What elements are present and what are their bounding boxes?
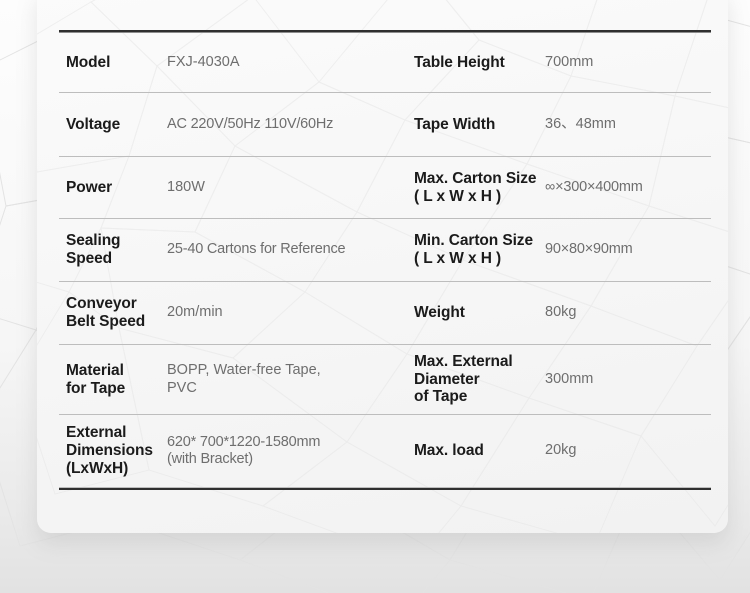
spec-label: Model — [66, 53, 111, 71]
spec-label: Tape Width — [414, 115, 496, 133]
table-row: Voltage AC 220V/50Hz 110V/60Hz Tape Widt… — [59, 93, 711, 157]
spec-label: Table Height — [414, 53, 505, 71]
page-root: Model FXJ-4030A Table Height 700mm Volta… — [0, 0, 750, 593]
spec-card: Model FXJ-4030A Table Height 700mm Volta… — [37, 0, 728, 533]
spec-value: 20kg — [545, 442, 577, 459]
spec-value: 20m/min — [167, 304, 223, 321]
spec-cell-right: Max. Carton Size ( L x W x H ) ∞×300×400… — [407, 157, 711, 218]
spec-cell-left: Conveyor Belt Speed 20m/min — [59, 282, 407, 344]
spec-value: AC 220V/50Hz 110V/60Hz — [167, 115, 334, 132]
table-row: External Dimensions (LxWxH) 620* 700*122… — [59, 415, 711, 488]
table-row: Conveyor Belt Speed 20m/min Weight 80kg — [59, 282, 711, 345]
spec-value: 25-40 Cartons for Reference — [167, 241, 346, 258]
spec-value: BOPP, Water-free Tape, PVC — [167, 362, 321, 396]
spec-value: 180W — [167, 178, 205, 195]
spec-label: Voltage — [66, 115, 121, 133]
spec-value: 90×80×90mm — [545, 241, 633, 258]
spec-cell-right: Tape Width 36、48mm — [407, 93, 711, 156]
spec-cell-right: Weight 80kg — [407, 282, 711, 344]
spec-label: Conveyor Belt Speed — [66, 295, 146, 330]
spec-cell-left: Sealing Speed 25-40 Cartons for Referenc… — [59, 219, 407, 281]
spec-label: External Dimensions (LxWxH) — [66, 424, 153, 477]
spec-value: FXJ-4030A — [167, 53, 240, 70]
spec-cell-left: Model FXJ-4030A — [59, 33, 407, 92]
spec-cell-right: Max. External Diameter of Tape 300mm — [407, 345, 711, 414]
spec-cell-left: Voltage AC 220V/50Hz 110V/60Hz — [59, 93, 407, 156]
table-row: Sealing Speed 25-40 Cartons for Referenc… — [59, 219, 711, 282]
spec-label: Min. Carton Size ( L x W x H ) — [414, 232, 533, 267]
spec-cell-right: Table Height 700mm — [407, 33, 711, 92]
spec-cell-left: Material for Tape BOPP, Water-free Tape,… — [59, 345, 407, 414]
spec-table: Model FXJ-4030A Table Height 700mm Volta… — [59, 30, 711, 490]
spec-cell-right: Max. load 20kg — [407, 415, 711, 487]
spec-value: 700mm — [545, 53, 594, 70]
spec-label: Sealing Speed — [66, 232, 121, 267]
spec-label: Max. Carton Size ( L x W x H ) — [414, 169, 537, 205]
spec-value: 36、48mm — [545, 115, 616, 132]
spec-cell-left: External Dimensions (LxWxH) 620* 700*122… — [59, 415, 407, 487]
spec-label: Max. External Diameter of Tape — [414, 352, 513, 406]
spec-label: Power — [66, 178, 113, 196]
spec-label: Max. load — [414, 442, 484, 460]
spec-value: 300mm — [545, 370, 594, 387]
spec-label: Material for Tape — [66, 361, 126, 397]
spec-label: Weight — [414, 304, 465, 322]
spec-value: 620* 700*1220-1580mm (with Bracket) — [167, 433, 321, 467]
spec-cell-left: Power 180W — [59, 157, 407, 218]
table-row: Material for Tape BOPP, Water-free Tape,… — [59, 345, 711, 415]
spec-value: 80kg — [545, 304, 577, 321]
spec-cell-right: Min. Carton Size ( L x W x H ) 90×80×90m… — [407, 219, 711, 281]
table-bottom-rule — [59, 488, 711, 490]
table-row: Power 180W Max. Carton Size ( L x W x H … — [59, 157, 711, 219]
spec-value: ∞×300×400mm — [545, 178, 643, 195]
table-row: Model FXJ-4030A Table Height 700mm — [59, 33, 711, 93]
